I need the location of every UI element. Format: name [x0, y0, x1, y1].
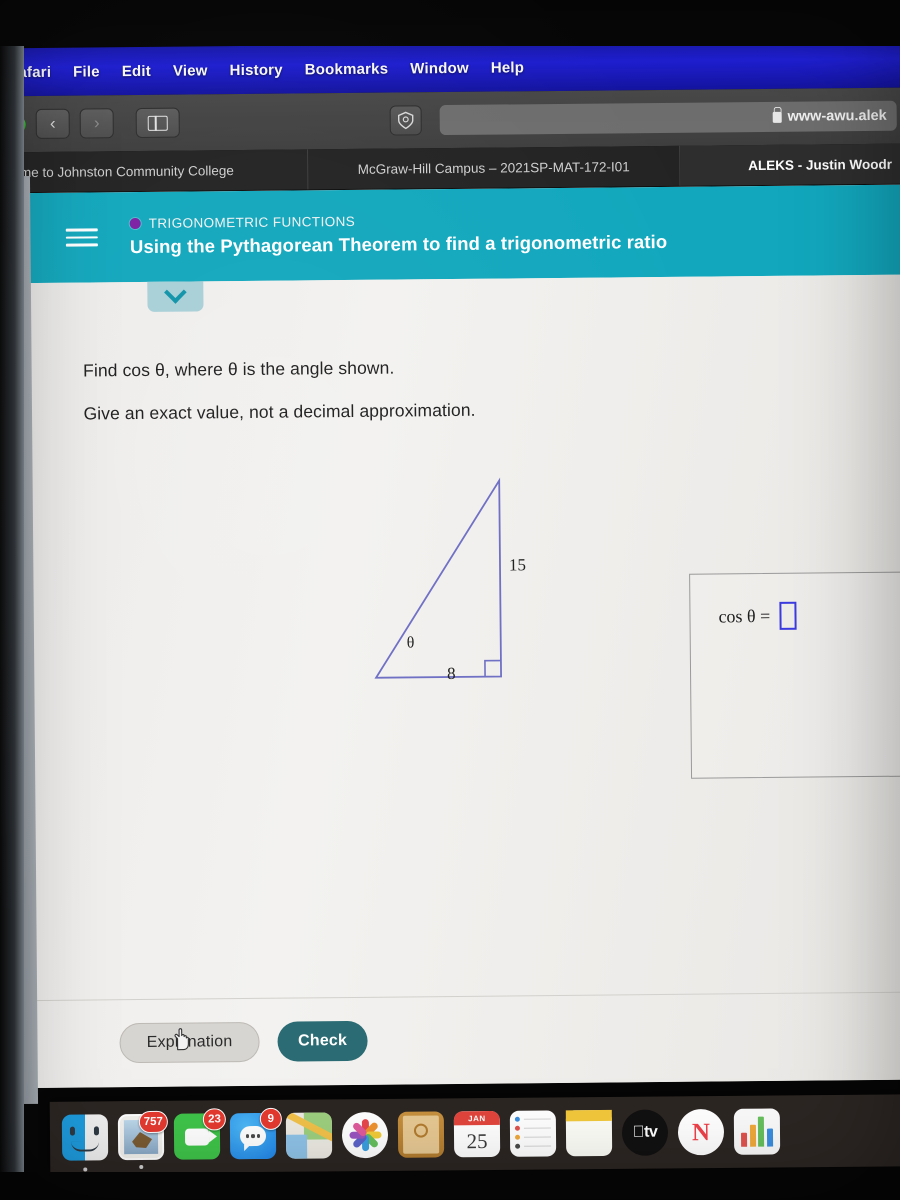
check-button[interactable]: Check: [277, 1020, 368, 1062]
hamburger-menu-icon[interactable]: [65, 224, 98, 252]
dock-item-numbers[interactable]: [733, 1108, 781, 1155]
collapse-panel-button[interactable]: [147, 281, 204, 312]
messages-badge: 9: [259, 1107, 282, 1131]
answer-expression: cos θ =: [718, 601, 797, 631]
news-icon: N: [691, 1118, 711, 1146]
notes-icon: [565, 1109, 612, 1122]
dock-item-reminders[interactable]: [509, 1110, 557, 1157]
reminders-icon: [514, 1116, 551, 1122]
question-line-1: Find cos θ, where θ is the angle shown.: [83, 357, 395, 381]
menu-item-view[interactable]: View: [173, 62, 208, 79]
dock-item-facetime[interactable]: 23: [173, 1108, 226, 1160]
screen-photo: Safari File Edit View History Bookmarks …: [0, 0, 900, 1200]
dock-item-contacts[interactable]: [397, 1111, 445, 1158]
right-triangle-icon: [374, 477, 502, 679]
sidebar-toggle-icon: [147, 115, 168, 131]
dock-item-finder[interactable]: [61, 1114, 109, 1172]
aleks-header: TRIGONOMETRIC FUNCTIONS Using the Pythag…: [23, 184, 900, 284]
calendar-day: 25: [466, 1128, 488, 1153]
dock-item-mail[interactable]: 757: [117, 1110, 168, 1170]
facetime-badge: 23: [202, 1108, 226, 1131]
tab-johnston-community-college[interactable]: elcome to Johnston Community College: [0, 149, 309, 193]
dock-item-messages[interactable]: 9: [229, 1107, 282, 1160]
answer-expression-label: cos θ =: [718, 605, 771, 626]
dock-item-tv[interactable]: tv: [621, 1109, 669, 1156]
photo-edge-left: [0, 40, 24, 1174]
menu-item-history[interactable]: History: [230, 61, 283, 79]
chevron-down-icon: [164, 281, 187, 304]
safari-toolbar: ‹ › www-awu.alek: [0, 87, 900, 153]
macos-dock: 757 23 9 JAN 25 tv N: [49, 1094, 900, 1174]
explanation-button[interactable]: Explanation: [119, 1021, 260, 1064]
macos-menu-bar: Safari File Edit View History Bookmarks …: [0, 39, 900, 97]
photo-edge-bottom: [0, 1172, 900, 1200]
dock-item-notes[interactable]: [565, 1109, 613, 1157]
url-text: www-awu.alek: [787, 107, 887, 125]
aleks-page: TRIGONOMETRIC FUNCTIONS Using the Pythag…: [23, 184, 900, 1089]
menu-item-window[interactable]: Window: [410, 59, 469, 77]
mail-badge: 757: [138, 1110, 168, 1134]
address-bar[interactable]: www-awu.alek: [439, 100, 897, 136]
tab-aleks-active[interactable]: ALEKS - Justin Woodr: [679, 143, 900, 186]
tv-label: tv: [638, 1123, 657, 1141]
photos-icon: [349, 1119, 382, 1152]
figure-label-opposite: 15: [508, 555, 527, 575]
menu-item-edit[interactable]: Edit: [122, 62, 151, 79]
calendar-month: JAN: [453, 1110, 500, 1126]
dock-item-news[interactable]: N: [677, 1108, 725, 1156]
answer-panel: cos θ =: [689, 570, 900, 779]
aleks-category-row: TRIGONOMETRIC FUNCTIONS: [129, 211, 667, 231]
aleks-topic-title: Using the Pythagorean Theorem to find a …: [129, 230, 668, 258]
dock-item-photos[interactable]: [341, 1111, 389, 1159]
messages-icon: [239, 1125, 267, 1147]
running-indicator: [83, 1167, 88, 1172]
action-footer: Explanation Check: [31, 991, 900, 1088]
question-line-2: Give an exact value, not a decimal appro…: [83, 399, 476, 424]
mac-screen: Safari File Edit View History Bookmarks …: [0, 39, 900, 1089]
menu-item-file[interactable]: File: [73, 63, 100, 80]
forward-button[interactable]: ›: [79, 108, 114, 139]
privacy-report-button[interactable]: [389, 105, 422, 136]
aleks-category-label: TRIGONOMETRIC FUNCTIONS: [148, 213, 356, 231]
aleks-content: Find cos θ, where θ is the angle shown. …: [24, 274, 900, 1089]
tab-label: elcome to Johnston Community College: [0, 162, 234, 180]
category-dot-icon: [129, 217, 141, 230]
dock-item-calendar[interactable]: JAN 25: [453, 1110, 501, 1158]
running-indicator: [139, 1165, 144, 1170]
tab-label: McGraw-Hill Campus – 2021SP-MAT-172-I01: [357, 158, 630, 177]
dock-item-maps[interactable]: [285, 1112, 333, 1159]
answer-input[interactable]: [779, 601, 797, 630]
triangle-figure: 15 8 θ: [356, 458, 578, 710]
lock-icon: [772, 111, 782, 123]
menu-item-help[interactable]: Help: [491, 59, 524, 76]
aleks-header-text: TRIGONOMETRIC FUNCTIONS Using the Pythag…: [129, 211, 668, 258]
figure-label-adjacent: 8: [446, 663, 456, 684]
tab-mcgraw-hill-campus[interactable]: McGraw-Hill Campus – 2021SP-MAT-172-I01: [308, 145, 681, 190]
numbers-icon: [741, 1132, 748, 1147]
figure-label-angle: θ: [406, 634, 415, 652]
back-button[interactable]: ‹: [35, 108, 70, 139]
photo-edge-top: [0, 0, 900, 46]
sidebar-toggle-button[interactable]: [135, 107, 180, 139]
facetime-icon: [184, 1127, 210, 1146]
footer-divider: [31, 991, 900, 1002]
privacy-shield-icon: [397, 111, 414, 130]
menu-item-bookmarks[interactable]: Bookmarks: [305, 60, 389, 78]
apple-tv-icon: : [633, 1124, 645, 1142]
finder-icon: [71, 1141, 100, 1152]
tab-label: ALEKS - Justin Woodr: [748, 156, 892, 173]
